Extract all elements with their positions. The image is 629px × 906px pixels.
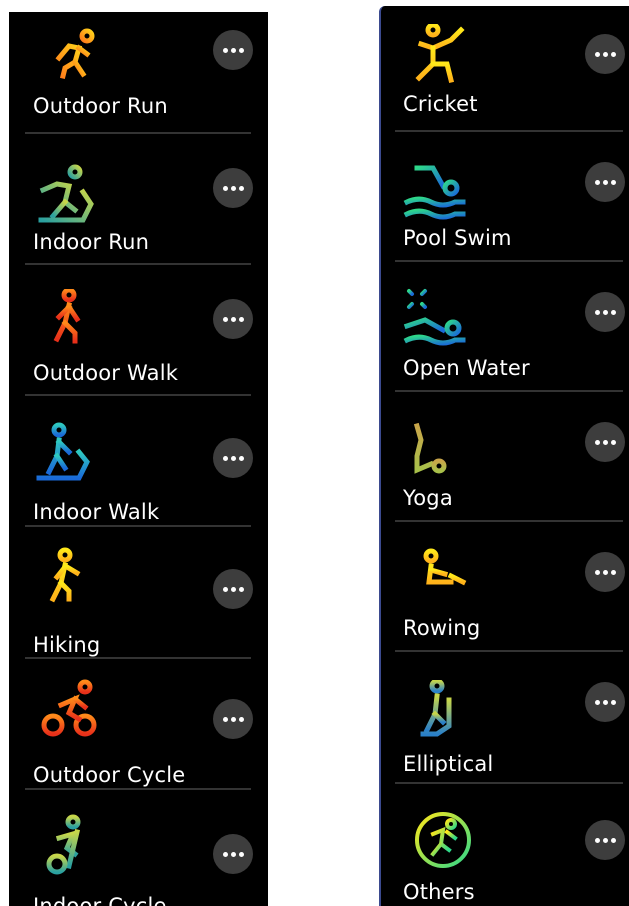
list-item-hiking[interactable]: Hiking bbox=[9, 535, 268, 665]
more-options-button[interactable] bbox=[213, 299, 253, 339]
outdoor-run-icon bbox=[35, 24, 99, 88]
item-label: Rowing bbox=[403, 616, 481, 640]
item-label: Pool Swim bbox=[403, 226, 512, 250]
list-item-indoor-cycle[interactable]: Indoor Cycle bbox=[9, 798, 268, 906]
list-item-outdoor-walk[interactable]: Outdoor Walk bbox=[9, 273, 268, 403]
more-options-button[interactable] bbox=[213, 699, 253, 739]
more-options-button[interactable] bbox=[213, 438, 253, 478]
list-item-pool-swim[interactable]: Pool Swim bbox=[381, 140, 629, 270]
pool-swim-icon bbox=[403, 160, 467, 224]
divider bbox=[395, 650, 623, 652]
list-item-outdoor-run[interactable]: Outdoor Run bbox=[9, 12, 268, 142]
list-item-open-water[interactable]: Open Water bbox=[381, 270, 629, 400]
divider bbox=[25, 525, 251, 527]
item-label: Open Water bbox=[403, 356, 530, 380]
yoga-icon bbox=[403, 422, 467, 486]
item-label: Yoga bbox=[403, 486, 453, 510]
outdoor-cycle-icon bbox=[39, 679, 103, 743]
more-options-button[interactable] bbox=[585, 422, 625, 462]
more-options-button[interactable] bbox=[585, 34, 625, 74]
divider bbox=[25, 657, 251, 659]
rowing-icon bbox=[411, 546, 475, 610]
item-label: Outdoor Run bbox=[33, 94, 168, 118]
indoor-run-icon bbox=[35, 162, 99, 226]
outdoor-walk-icon bbox=[37, 289, 101, 353]
left-workout-list: Outdoor Run Indoor Run Outdoor Walk Indo… bbox=[9, 12, 268, 906]
cricket-icon bbox=[411, 24, 475, 88]
open-water-icon bbox=[403, 286, 467, 350]
more-options-button[interactable] bbox=[585, 682, 625, 722]
others-icon bbox=[411, 808, 475, 872]
more-options-button[interactable] bbox=[213, 168, 253, 208]
more-options-button[interactable] bbox=[585, 820, 625, 860]
item-label: Outdoor Walk bbox=[33, 361, 179, 385]
list-item-indoor-walk[interactable]: Indoor Walk bbox=[9, 404, 268, 534]
item-label: Elliptical bbox=[403, 752, 494, 776]
more-options-button[interactable] bbox=[585, 552, 625, 592]
indoor-walk-icon bbox=[35, 422, 99, 486]
item-label: Outdoor Cycle bbox=[33, 763, 186, 787]
item-label: Indoor Cycle bbox=[33, 894, 167, 906]
indoor-cycle-icon bbox=[39, 814, 103, 878]
list-item-outdoor-cycle[interactable]: Outdoor Cycle bbox=[9, 667, 268, 797]
divider bbox=[395, 130, 623, 132]
item-label: Cricket bbox=[403, 92, 478, 116]
list-item-cricket[interactable]: Cricket bbox=[381, 6, 629, 136]
more-options-button[interactable] bbox=[213, 569, 253, 609]
divider bbox=[25, 132, 251, 134]
more-options-button[interactable] bbox=[585, 292, 625, 332]
divider bbox=[395, 390, 623, 392]
divider bbox=[395, 782, 623, 784]
more-options-button[interactable] bbox=[213, 834, 253, 874]
item-label: Hiking bbox=[33, 633, 101, 657]
item-label: Indoor Run bbox=[33, 230, 150, 254]
item-label: Others bbox=[403, 880, 475, 904]
item-label: Indoor Walk bbox=[33, 500, 160, 524]
list-item-others[interactable]: Others bbox=[381, 792, 629, 906]
more-options-button[interactable] bbox=[213, 30, 253, 70]
divider bbox=[25, 263, 251, 265]
more-options-button[interactable] bbox=[585, 162, 625, 202]
divider bbox=[395, 260, 623, 262]
list-item-indoor-run[interactable]: Indoor Run bbox=[9, 142, 268, 272]
list-item-elliptical[interactable]: Elliptical bbox=[381, 660, 629, 790]
divider bbox=[25, 788, 251, 790]
elliptical-icon bbox=[409, 680, 473, 744]
divider bbox=[25, 394, 251, 396]
hiking-icon bbox=[37, 547, 101, 611]
right-workout-list: Cricket Pool Swim Open Water Yoga Rowing… bbox=[379, 6, 629, 906]
list-item-rowing[interactable]: Rowing bbox=[381, 530, 629, 660]
divider bbox=[395, 520, 623, 522]
list-item-yoga[interactable]: Yoga bbox=[381, 400, 629, 530]
